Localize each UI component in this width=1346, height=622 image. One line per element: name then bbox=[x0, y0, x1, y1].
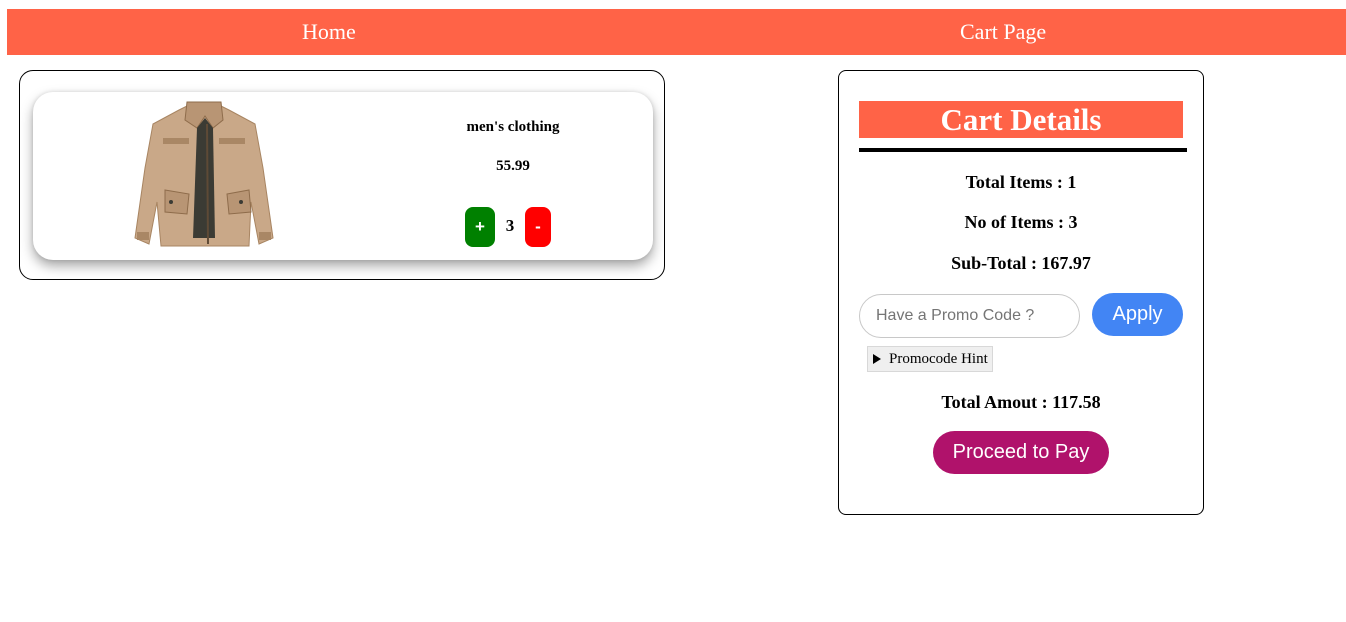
item-quantity: 3 bbox=[505, 216, 515, 235]
cart-details-panel: Cart Details Total Items : 1 No of Items… bbox=[838, 70, 1204, 515]
proceed-to-pay-button[interactable]: Proceed to Pay bbox=[933, 431, 1109, 474]
quantity-increase-button[interactable]: + bbox=[465, 207, 495, 247]
title-divider bbox=[859, 148, 1187, 152]
apply-promo-button[interactable]: Apply bbox=[1092, 293, 1183, 336]
item-price: 55.99 bbox=[496, 158, 530, 174]
quantity-decrease-button[interactable]: - bbox=[525, 207, 551, 247]
no-of-items-text: No of Items : 3 bbox=[964, 212, 1078, 232]
item-category: men's clothing bbox=[466, 119, 560, 135]
promocode-hint-toggle[interactable]: Promocode Hint bbox=[867, 346, 993, 372]
promo-code-input[interactable] bbox=[859, 294, 1080, 338]
nav-home-link[interactable]: Home bbox=[302, 9, 356, 55]
top-navbar: Home Cart Page bbox=[7, 9, 1346, 55]
cart-items-container: men's clothing 55.99 + 3 - bbox=[19, 70, 665, 280]
cart-details-title: Cart Details bbox=[859, 101, 1183, 138]
cart-item-card: men's clothing 55.99 + 3 - bbox=[33, 92, 653, 260]
jacket-image bbox=[134, 101, 274, 247]
nav-cart-page-link[interactable]: Cart Page bbox=[960, 9, 1046, 55]
disclosure-triangle-icon bbox=[873, 354, 881, 364]
sub-total-text: Sub-Total : 167.97 bbox=[951, 253, 1091, 273]
promocode-hint-label: Promocode Hint bbox=[889, 351, 988, 367]
total-amount-text: Total Amout : 117.58 bbox=[941, 392, 1101, 412]
total-items-text: Total Items : 1 bbox=[965, 172, 1077, 192]
